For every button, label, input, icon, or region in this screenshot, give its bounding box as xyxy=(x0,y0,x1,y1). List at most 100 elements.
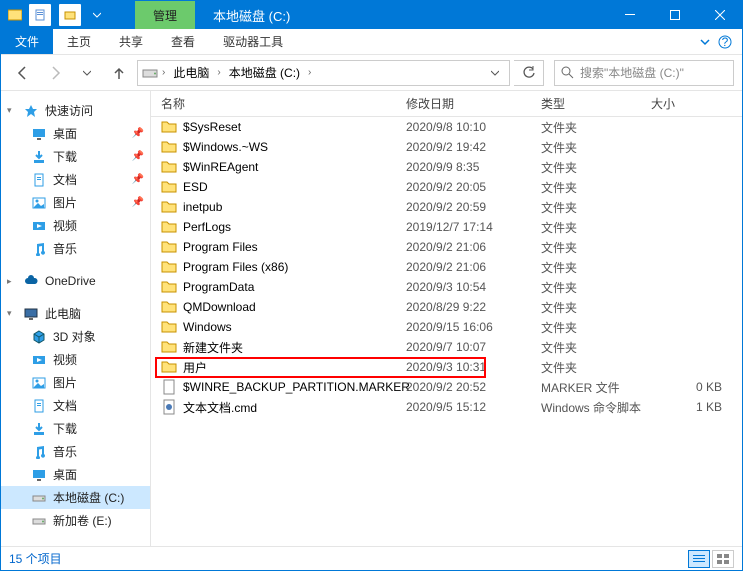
tree-item-label: 音乐 xyxy=(53,443,77,460)
file-type: 文件夹 xyxy=(541,219,651,236)
tree-pc-5[interactable]: 音乐 xyxy=(1,440,150,463)
file-name: ProgramData xyxy=(183,280,254,294)
tree-pc-3[interactable]: 文档 xyxy=(1,394,150,417)
download-icon xyxy=(31,421,47,437)
file-row[interactable]: $SysReset2020/9/8 10:10文件夹 xyxy=(151,117,742,137)
cloud-icon xyxy=(23,273,39,289)
tree-item-label: 3D 对象 xyxy=(53,328,96,345)
minimize-button[interactable] xyxy=(607,1,652,29)
tree-quick-5[interactable]: 音乐 xyxy=(1,237,150,260)
breadcrumb-seg-0[interactable]: 此电脑 xyxy=(169,64,213,81)
file-name: ESD xyxy=(183,180,208,194)
column-date[interactable]: 修改日期 xyxy=(406,95,541,112)
ribbon-tab-1[interactable]: 共享 xyxy=(105,29,157,54)
pin-icon: 📌 xyxy=(132,128,144,139)
tree-this-pc[interactable]: ▾ 此电脑 xyxy=(1,302,150,325)
ribbon-drivetools-label: 驱动器工具 xyxy=(223,33,283,50)
sidebar-resize-handle[interactable] xyxy=(148,91,151,546)
breadcrumb-sep-icon[interactable]: › xyxy=(160,67,167,78)
file-date: 2020/9/2 21:06 xyxy=(406,260,541,274)
file-date: 2020/9/5 15:12 xyxy=(406,400,541,414)
ribbon-expand-icon[interactable] xyxy=(700,37,710,47)
ribbon-tab-file[interactable]: 文件 xyxy=(1,29,53,54)
file-row[interactable]: Windows2020/9/15 16:06文件夹 xyxy=(151,317,742,337)
tree-pc-4[interactable]: 下载 xyxy=(1,417,150,440)
file-type: 文件夹 xyxy=(541,279,651,296)
caret-icon: ▸ xyxy=(7,276,17,287)
file-date: 2020/9/9 8:35 xyxy=(406,160,541,174)
file-row[interactable]: $WinREAgent2020/9/9 8:35文件夹 xyxy=(151,157,742,177)
view-details-button[interactable] xyxy=(688,550,710,568)
search-box[interactable]: 搜索"本地磁盘 (C:)" xyxy=(554,60,734,86)
tree-onedrive[interactable]: ▸ OneDrive xyxy=(1,270,150,292)
caret-icon: ▾ xyxy=(7,308,17,319)
file-date: 2020/8/29 9:22 xyxy=(406,300,541,314)
tree-quick-4[interactable]: 视频 xyxy=(1,214,150,237)
view-thumbnails-button[interactable] xyxy=(712,550,734,568)
desktop-icon xyxy=(31,126,47,142)
maximize-button[interactable] xyxy=(652,1,697,29)
address-bar[interactable]: › 此电脑 › 本地磁盘 (C:) › xyxy=(137,60,510,86)
file-row[interactable]: inetpub2020/9/2 20:59文件夹 xyxy=(151,197,742,217)
tree-pc-6[interactable]: 桌面 xyxy=(1,463,150,486)
qat-new-folder[interactable] xyxy=(59,4,81,26)
qat-properties[interactable] xyxy=(29,4,51,26)
breadcrumb-seg-1[interactable]: 本地磁盘 (C:) xyxy=(225,64,304,81)
tree-quick-1[interactable]: 下载📌 xyxy=(1,145,150,168)
help-icon[interactable]: ? xyxy=(718,35,732,49)
tree-item-label: 图片 xyxy=(53,374,77,391)
tree-pc-7[interactable]: 本地磁盘 (C:) xyxy=(1,486,150,509)
file-name: Windows xyxy=(183,320,232,334)
address-dropdown-icon[interactable] xyxy=(485,69,505,77)
column-type[interactable]: 类型 xyxy=(541,95,651,112)
back-button[interactable] xyxy=(9,59,37,87)
tree-pc-8[interactable]: 新加卷 (E:) xyxy=(1,509,150,532)
breadcrumb-sep-icon[interactable]: › xyxy=(215,67,222,78)
tree-item-label: 新加卷 (E:) xyxy=(53,512,112,529)
file-row[interactable]: $WINRE_BACKUP_PARTITION.MARKER2020/9/2 2… xyxy=(151,377,742,397)
file-date: 2019/12/7 17:14 xyxy=(406,220,541,234)
tree-quick-0[interactable]: 桌面📌 xyxy=(1,122,150,145)
file-name: 用户 xyxy=(183,359,207,376)
pc-icon xyxy=(23,306,39,322)
ribbon-tab-drivetools[interactable]: 驱动器工具 xyxy=(209,29,297,54)
file-row[interactable]: 文本文档.cmd2020/9/5 15:12Windows 命令脚本1 KB xyxy=(151,397,742,417)
forward-button[interactable] xyxy=(41,59,69,87)
file-row[interactable]: $Windows.~WS2020/9/2 19:42文件夹 xyxy=(151,137,742,157)
file-row[interactable]: QMDownload2020/8/29 9:22文件夹 xyxy=(151,297,742,317)
file-date: 2020/9/3 10:54 xyxy=(406,280,541,294)
tree-quick-2[interactable]: 文档📌 xyxy=(1,168,150,191)
tree-pc-2[interactable]: 图片 xyxy=(1,371,150,394)
file-date: 2020/9/2 20:59 xyxy=(406,200,541,214)
file-row[interactable]: Program Files (x86)2020/9/2 21:06文件夹 xyxy=(151,257,742,277)
column-name[interactable]: 名称 xyxy=(161,95,406,112)
folder-icon xyxy=(161,179,177,195)
ribbon-tab-0[interactable]: 主页 xyxy=(53,29,105,54)
file-row[interactable]: ESD2020/9/2 20:05文件夹 xyxy=(151,177,742,197)
file-row[interactable]: ProgramData 2020/9/3 10:54文件夹 xyxy=(151,277,742,297)
qat-dropdown-icon[interactable] xyxy=(89,7,105,23)
video-icon xyxy=(31,352,47,368)
close-button[interactable] xyxy=(697,1,742,29)
column-headers: 名称 修改日期 类型 大小 xyxy=(151,91,742,117)
file-row[interactable]: 新建文件夹2020/9/7 10:07文件夹 xyxy=(151,337,742,357)
file-row[interactable]: Program Files2020/9/2 21:06文件夹 xyxy=(151,237,742,257)
contextual-tab-header: 管理 xyxy=(135,1,195,29)
tree-pc-0[interactable]: 3D 对象 xyxy=(1,325,150,348)
ribbon-tab-2[interactable]: 查看 xyxy=(157,29,209,54)
column-size[interactable]: 大小 xyxy=(651,95,742,112)
file-type: 文件夹 xyxy=(541,179,651,196)
file-icon xyxy=(161,379,177,395)
tree-quick-access[interactable]: ▾ 快速访问 xyxy=(1,99,150,122)
breadcrumb-sep-icon[interactable]: › xyxy=(306,67,313,78)
tree-quick-3[interactable]: 图片📌 xyxy=(1,191,150,214)
file-row[interactable]: 用户2020/9/3 10:31文件夹 xyxy=(151,357,742,377)
file-row[interactable]: PerfLogs2019/12/7 17:14文件夹 xyxy=(151,217,742,237)
refresh-button[interactable] xyxy=(514,60,544,86)
tree-pc-1[interactable]: 视频 xyxy=(1,348,150,371)
up-button[interactable] xyxy=(105,59,133,87)
tree-item-label: 下载 xyxy=(53,148,77,165)
file-name: Program Files xyxy=(183,240,258,254)
picture-icon xyxy=(31,195,47,211)
recent-dropdown[interactable] xyxy=(73,59,101,87)
